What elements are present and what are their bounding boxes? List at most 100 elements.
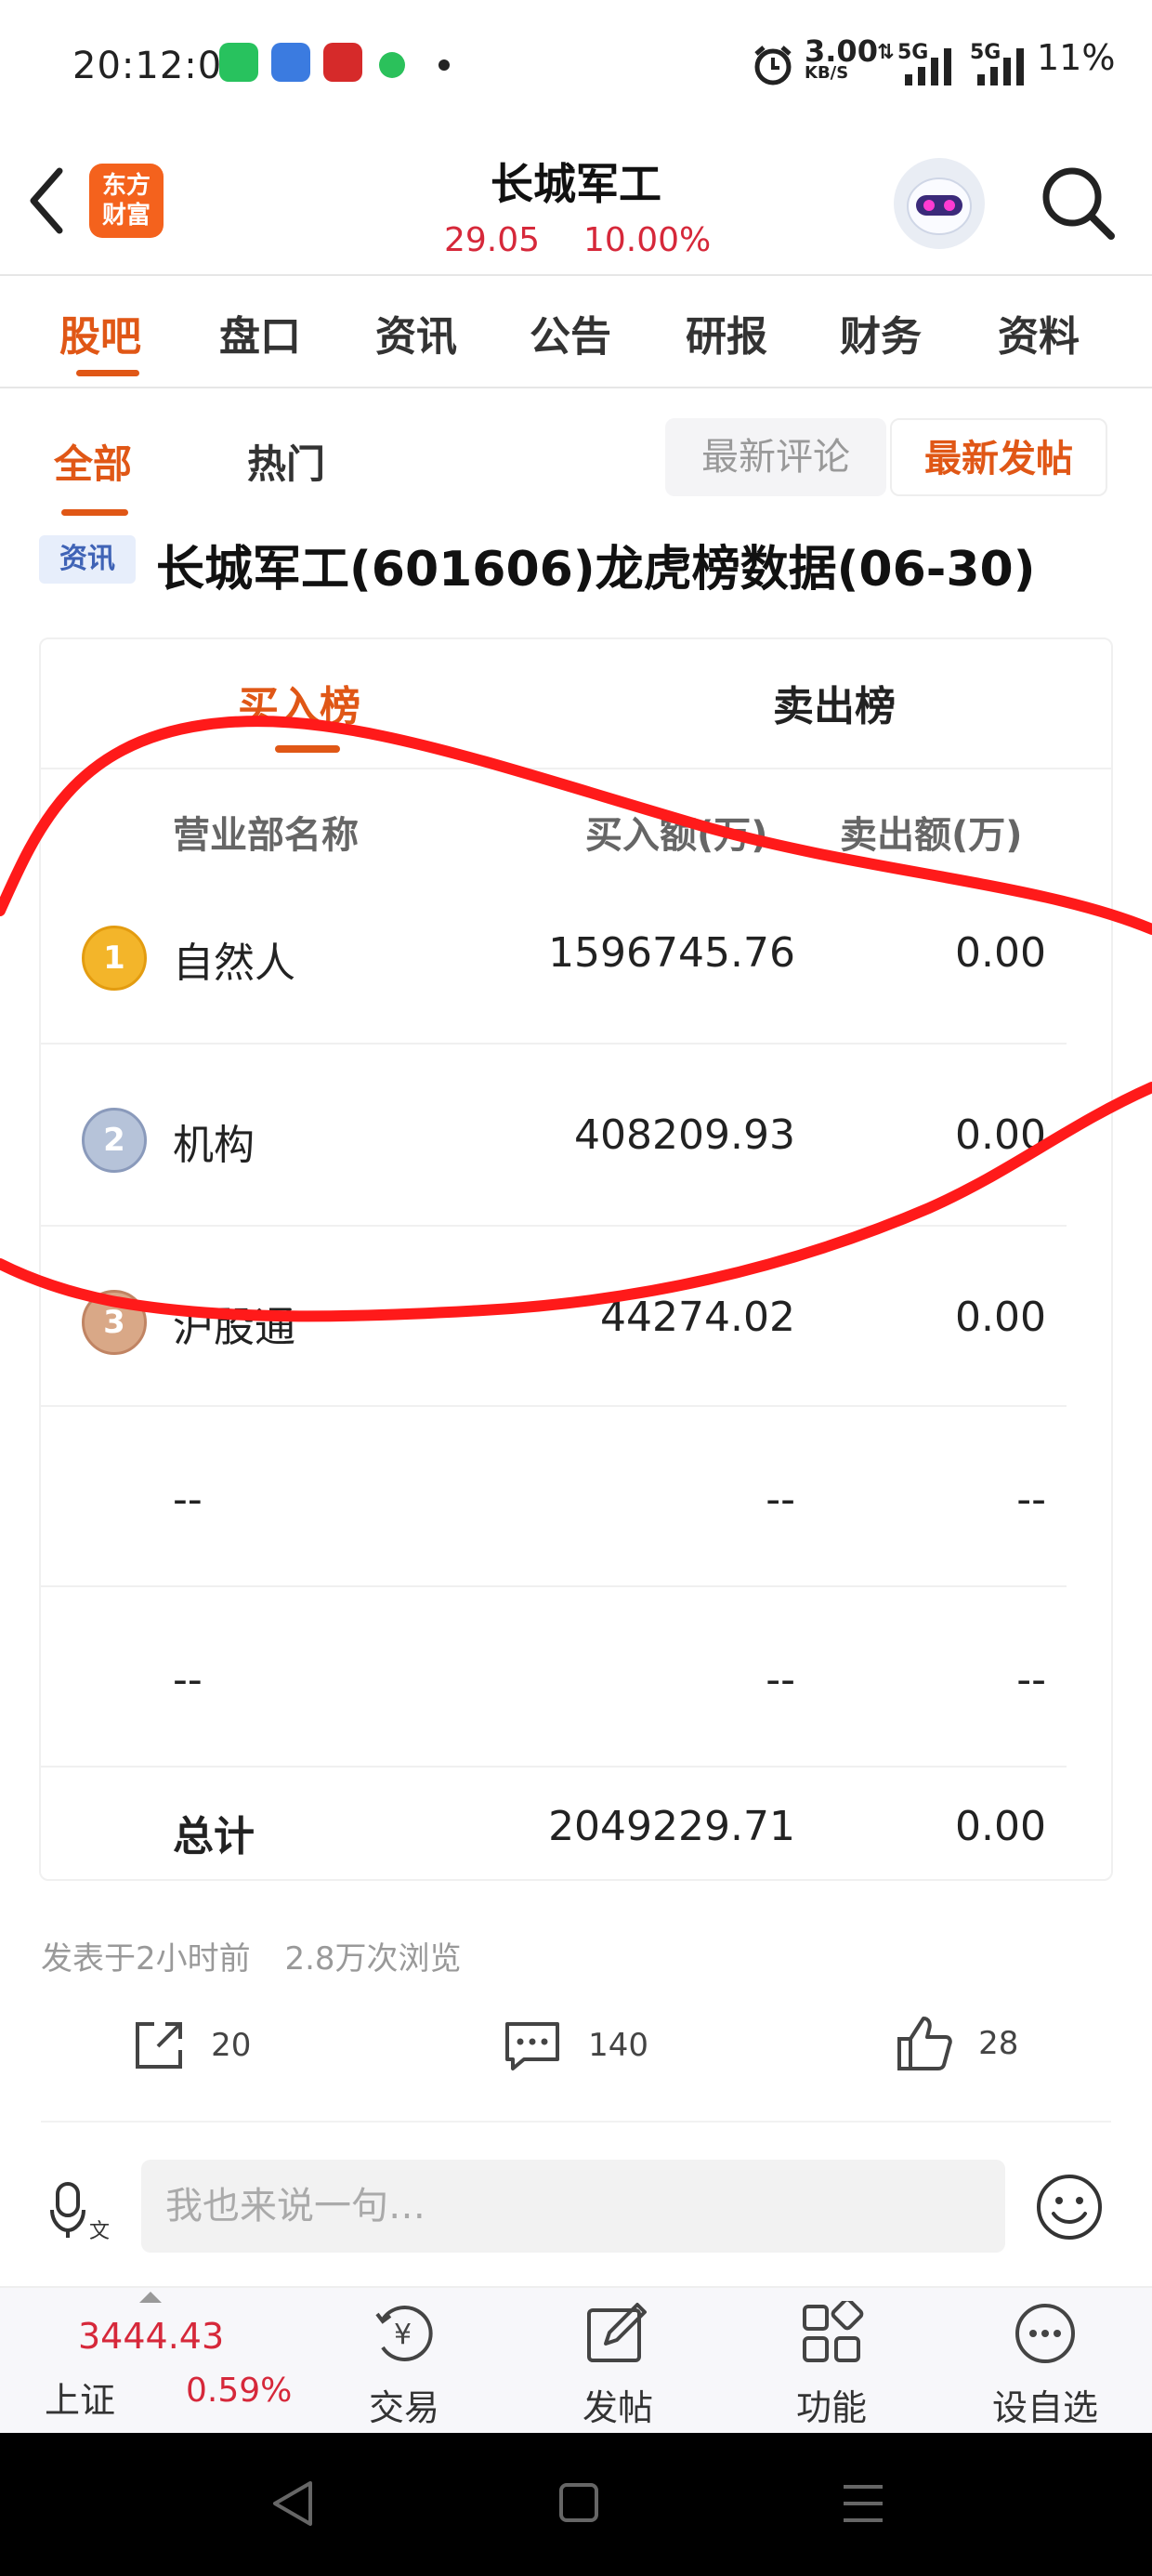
sell-amount: --	[1016, 1476, 1046, 1523]
svg-text:文: 文	[89, 2220, 110, 2241]
search-icon[interactable]	[1039, 164, 1117, 242]
buy-amount: 1596745.76	[548, 929, 795, 977]
tab-news[interactable]: 资讯	[375, 303, 457, 362]
sell-amount: 0.00	[955, 929, 1046, 977]
index-value[interactable]: 3444.43	[78, 2316, 224, 2357]
bronze-medal-icon: 3	[82, 1290, 147, 1355]
row-divider	[41, 1405, 1067, 1407]
system-home-icon[interactable]	[556, 2479, 602, 2526]
post-meta: 发表于2小时前 2.8万次浏览	[41, 1933, 462, 1978]
buy-amount: --	[766, 1476, 795, 1523]
column-buy-amount: 买入额(万)	[585, 814, 768, 857]
signal-2-icon	[977, 48, 1024, 85]
tab-sell-list[interactable]: 卖出榜	[773, 673, 896, 732]
tab-finance[interactable]: 财务	[840, 303, 922, 362]
dept-name: 沪股通	[173, 1304, 295, 1351]
sell-amount: 0.00	[955, 1111, 1046, 1159]
status-bar: 20:12:06 3.00 KB/S ⇅ 5G 5G 11%	[0, 0, 1152, 139]
post-icon[interactable]	[583, 2301, 652, 2366]
system-nav-bar	[0, 2433, 1152, 2576]
index-change-pct[interactable]: 0.59%	[186, 2372, 292, 2410]
post-time: 发表于2小时前	[41, 1940, 251, 1978]
buy-amount: 44274.02	[600, 1294, 795, 1341]
like-icon	[897, 2017, 952, 2070]
system-back-icon[interactable]	[269, 2477, 316, 2530]
nav-watchlist[interactable]: 设自选	[971, 2379, 1119, 2430]
subtab-all[interactable]: 全部	[54, 433, 132, 490]
tab-pankou[interactable]: 盘口	[219, 303, 301, 362]
card-tab-divider	[41, 768, 1111, 769]
subtab-hot[interactable]: 热门	[247, 433, 325, 490]
news-tag-badge: 资讯	[39, 535, 136, 584]
trade-icon[interactable]: ¥	[370, 2301, 439, 2366]
chat-app-icon	[379, 52, 405, 78]
system-menu-icon[interactable]	[840, 2481, 886, 2526]
buy-amount: 408209.93	[574, 1111, 795, 1159]
function-icon[interactable]	[797, 2301, 866, 2366]
emoji-icon[interactable]	[1035, 2173, 1104, 2241]
signal-1-icon	[905, 48, 951, 85]
net-speed: 3.00 KB/S	[805, 33, 878, 82]
total-sell: 0.00	[955, 1803, 1046, 1850]
gold-medal-icon: 1	[82, 926, 147, 991]
net-speed-value: 3.00	[805, 33, 878, 69]
tab-research[interactable]: 研报	[686, 303, 767, 362]
sort-latest-post-button[interactable]: 最新发帖	[890, 418, 1107, 496]
broker-app-icon	[323, 43, 362, 82]
dept-name: 自然人	[173, 940, 295, 987]
row-divider	[41, 1766, 1067, 1768]
sell-amount: 0.00	[955, 1294, 1046, 1341]
silver-medal-icon: 2	[82, 1108, 147, 1173]
more-notifications-dot	[439, 59, 450, 71]
dept-name: 机构	[173, 1122, 255, 1169]
battery-level: 11%	[1037, 37, 1116, 78]
row-divider	[41, 1225, 1067, 1227]
share-button[interactable]: 20	[130, 2017, 251, 2074]
row-divider	[41, 1043, 1067, 1045]
column-sell-amount: 卖出额(万)	[840, 814, 1023, 857]
watchlist-icon[interactable]	[1011, 2301, 1080, 2366]
like-button[interactable]: 28	[894, 2013, 1018, 2074]
tab-guba[interactable]: 股吧	[59, 303, 141, 362]
data-arrows-icon: ⇅	[877, 41, 895, 64]
alarm-icon	[754, 46, 792, 85]
nav-trade[interactable]: 交易	[330, 2379, 478, 2430]
total-label: 总计	[173, 1813, 255, 1860]
dept-name: --	[173, 1476, 203, 1523]
index-name[interactable]: 上证	[45, 2372, 115, 2423]
post-views: 2.8万次浏览	[284, 1940, 462, 1978]
stock-price: 29.05	[444, 221, 541, 259]
actions-divider	[41, 2121, 1111, 2123]
rank-1: 1	[103, 940, 125, 977]
sell-amount: --	[1016, 1656, 1046, 1703]
nav-function[interactable]: 功能	[757, 2379, 906, 2430]
rank-3: 3	[103, 1304, 125, 1341]
tabs-divider	[0, 387, 1152, 388]
active-subtab-underline	[61, 509, 128, 516]
nav-post[interactable]: 发帖	[543, 2379, 692, 2430]
comment-icon	[505, 2022, 559, 2070]
share-icon	[136, 2022, 182, 2069]
stock-change-pct: 10.00%	[583, 221, 712, 259]
robot-avatar-icon[interactable]	[894, 158, 985, 249]
card-tab-underline	[275, 745, 340, 753]
comment-input[interactable]: 我也来说一句…	[141, 2160, 1005, 2253]
voice-icon[interactable]: 文	[48, 2180, 113, 2241]
post-title[interactable]: 长城军工(601606)龙虎榜数据(06-30)	[156, 530, 1035, 599]
like-count: 28	[978, 2025, 1019, 2062]
svg-text:¥: ¥	[394, 2319, 412, 2351]
comment-count: 140	[588, 2027, 648, 2064]
header-divider	[0, 274, 1152, 276]
tab-profile[interactable]: 资料	[998, 303, 1080, 362]
comment-button[interactable]: 140	[502, 2017, 648, 2074]
tab-announcements[interactable]: 公告	[530, 303, 611, 362]
tab-buy-list[interactable]: 买入榜	[238, 673, 360, 732]
sort-latest-comment-button[interactable]: 最新评论	[665, 418, 886, 496]
phone-app-icon	[219, 43, 258, 82]
row-divider	[41, 1585, 1067, 1587]
share-count: 20	[211, 2027, 252, 2064]
rank-2: 2	[103, 1122, 125, 1159]
index-expand-arrow-icon[interactable]	[139, 2292, 162, 2303]
buy-amount: --	[766, 1656, 795, 1703]
dept-name: --	[173, 1656, 203, 1703]
